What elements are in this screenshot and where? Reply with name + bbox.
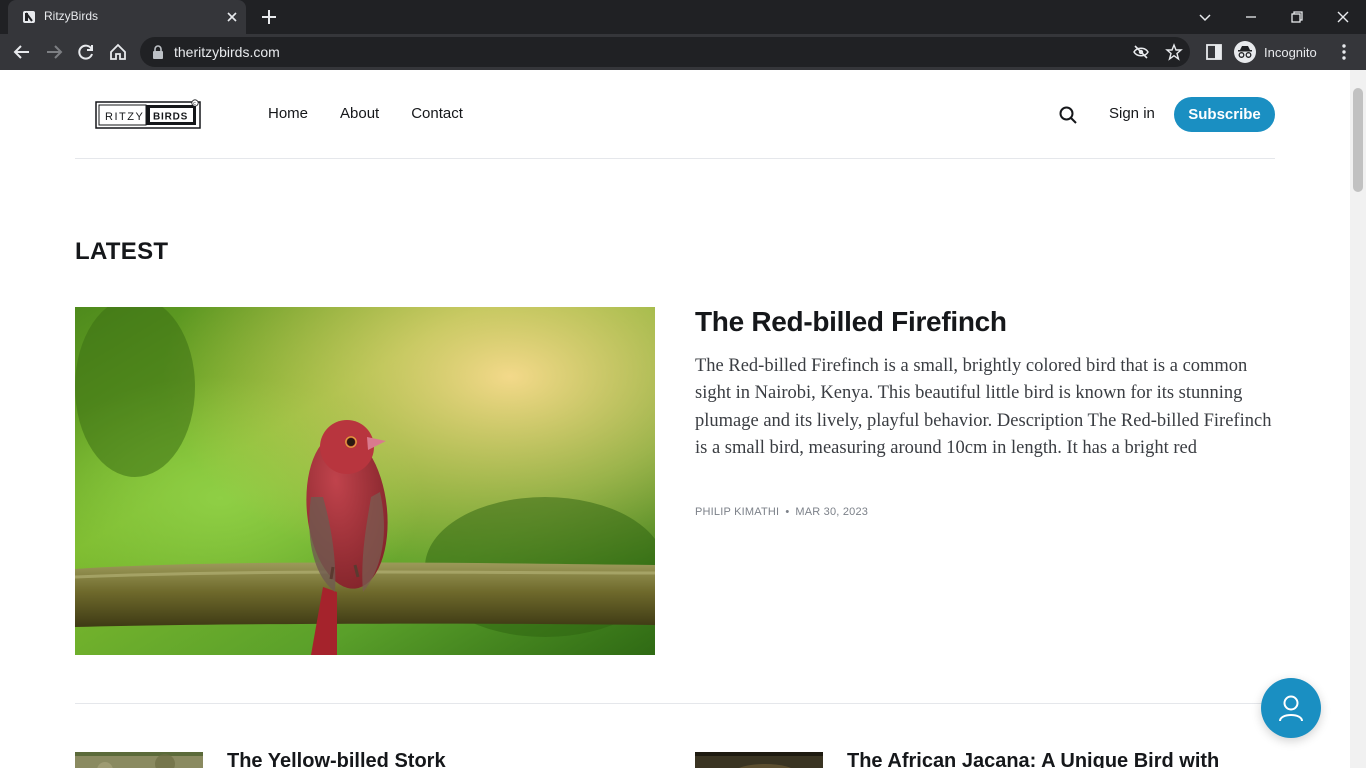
card-title-jacana[interactable]: The African Jacana: A Unique Bird with — [847, 750, 1219, 768]
card-thumbnail-jacana[interactable] — [695, 752, 823, 768]
card-title-stork[interactable]: The Yellow-billed Stork — [227, 750, 446, 768]
close-window-icon[interactable] — [1332, 6, 1354, 28]
site-favicon-icon — [23, 11, 35, 23]
address-bar[interactable]: theritzybirds.com — [140, 37, 1190, 67]
lock-icon[interactable] — [152, 45, 164, 59]
site-logo[interactable]: RITZY BIRDS c — [95, 99, 201, 129]
incognito-icon — [1234, 41, 1256, 63]
user-icon — [1279, 695, 1303, 722]
web-page: RITZY BIRDS c Home About Contact Sign in… — [0, 70, 1350, 768]
feature-post-image[interactable] — [75, 307, 655, 655]
incognito-label: Incognito — [1264, 44, 1317, 60]
nav-home[interactable]: Home — [268, 105, 308, 122]
feature-post-meta: PHILIP KIMATHI • MAR 30, 2023 — [695, 506, 868, 518]
minimize-icon[interactable] — [1240, 6, 1262, 28]
primary-nav: Home About Contact — [268, 105, 463, 122]
account-portal-button[interactable] — [1261, 678, 1321, 738]
post-date: MAR 30, 2023 — [795, 506, 869, 518]
subscribe-button[interactable]: Subscribe — [1174, 97, 1275, 132]
close-tab-icon[interactable] — [224, 9, 240, 25]
forward-icon[interactable] — [44, 42, 64, 62]
meta-separator: • — [785, 506, 790, 518]
tab-search-chevron-icon[interactable] — [1194, 6, 1216, 28]
section-divider — [75, 703, 1275, 704]
side-panel-icon[interactable] — [1204, 42, 1224, 62]
nav-about[interactable]: About — [340, 105, 379, 122]
browser-toolbar: theritzybirds.com Incognito — [0, 34, 1366, 70]
home-icon[interactable] — [108, 42, 128, 62]
restore-icon[interactable] — [1286, 6, 1308, 28]
post-author: PHILIP KIMATHI — [695, 506, 780, 518]
new-tab-icon[interactable] — [260, 8, 278, 26]
scrollbar-thumb[interactable] — [1353, 88, 1363, 192]
tab-title: RitzyBirds — [44, 9, 99, 23]
search-icon[interactable] — [1058, 105, 1078, 125]
eye-off-icon[interactable] — [1132, 43, 1150, 61]
signin-link[interactable]: Sign in — [1109, 105, 1155, 122]
browser-tab[interactable]: RitzyBirds — [8, 0, 246, 34]
card-thumbnail-stork[interactable] — [75, 752, 203, 768]
incognito-profile[interactable]: Incognito — [1234, 38, 1317, 66]
header-divider — [75, 158, 1275, 159]
reload-icon[interactable] — [76, 42, 96, 62]
nav-contact[interactable]: Contact — [411, 105, 463, 122]
logo-word-birds: BIRDS — [153, 112, 188, 123]
feature-post-excerpt[interactable]: The Red-billed Firefinch is a small, bri… — [695, 353, 1275, 462]
url-text[interactable]: theritzybirds.com — [174, 44, 280, 60]
more-menu-icon[interactable] — [1334, 42, 1354, 62]
back-icon[interactable] — [12, 42, 32, 62]
page-scrollbar[interactable] — [1350, 70, 1366, 768]
tab-strip: RitzyBirds — [0, 0, 1366, 34]
bookmark-star-icon[interactable] — [1165, 43, 1183, 61]
logo-word-ritzy: RITZY — [105, 111, 144, 123]
feature-post-title[interactable]: The Red-billed Firefinch — [695, 306, 1007, 338]
section-title: LATEST — [75, 238, 169, 265]
